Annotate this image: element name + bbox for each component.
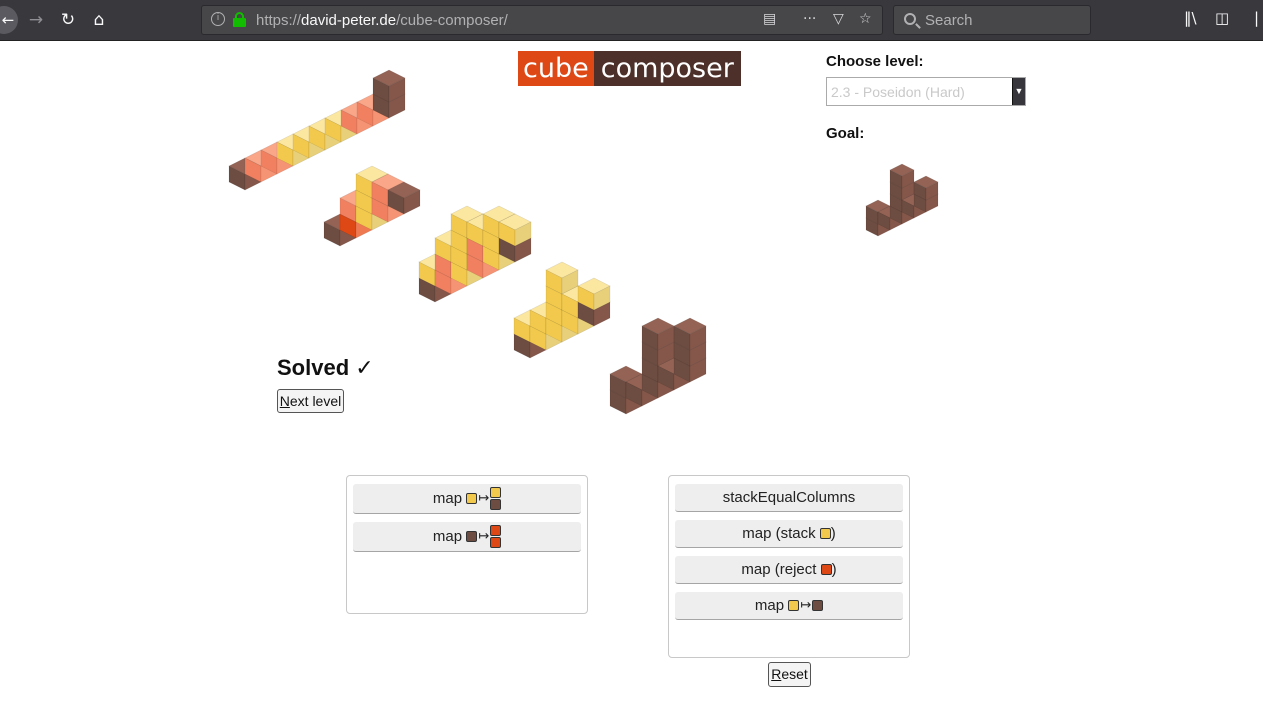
- orange-cube-icon: [490, 537, 502, 548]
- solved-text: Solved: [277, 355, 350, 380]
- function-map-yellow-to-brown[interactable]: map ↦: [675, 592, 903, 620]
- yellow-cube-icon: [466, 493, 478, 504]
- orange-cube-icon: [820, 564, 832, 575]
- function-map-brown-to-orange-orange[interactable]: map ↦: [353, 522, 581, 552]
- solved-status: Solved ✓: [277, 355, 374, 381]
- brown-cube-icon: [490, 499, 502, 510]
- yellow-cube-icon: [788, 600, 800, 611]
- orange-cube-icon: [490, 525, 502, 536]
- checkmark-icon: ✓: [355, 356, 374, 381]
- program-panel: stackEqualColumns map (stack ) map (reje…: [668, 475, 910, 658]
- yellow-cube-icon: [490, 487, 502, 498]
- available-functions-panel: map ↦ map ↦: [346, 475, 588, 614]
- cube-canvas: [228, 69, 939, 415]
- function-map-reject-orange[interactable]: map (reject ): [675, 556, 903, 584]
- brown-cube-icon: [812, 600, 824, 611]
- brown-cube-icon: [466, 531, 478, 542]
- maps-to-icon: ↦: [800, 598, 812, 613]
- function-map-stack-yellow[interactable]: map (stack ): [675, 520, 903, 548]
- next-level-button[interactable]: Next level: [277, 389, 344, 413]
- function-map-yellow-to-yellow-brown[interactable]: map ↦: [353, 484, 581, 514]
- reset-button[interactable]: Reset: [768, 662, 811, 687]
- yellow-cube-icon: [819, 528, 831, 539]
- maps-to-icon: ↦: [478, 529, 490, 544]
- goal-cubes: [865, 163, 939, 237]
- function-stack-equal-columns[interactable]: stackEqualColumns: [675, 484, 903, 512]
- maps-to-icon: ↦: [478, 491, 490, 506]
